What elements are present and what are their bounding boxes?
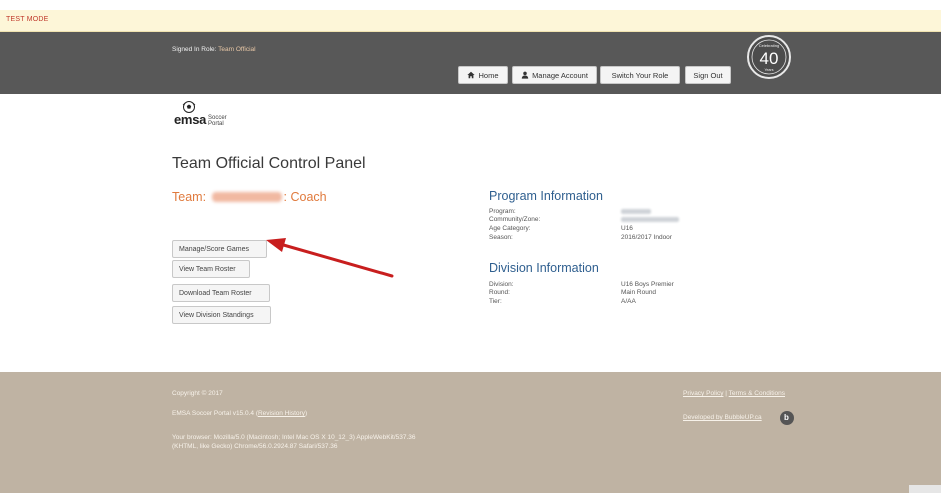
version-close: ) <box>304 410 308 417</box>
division-row: Division: U16 Boys Premier <box>489 281 729 289</box>
program-row: Program: <box>489 208 729 216</box>
copyright-text: Copyright © 2017 <box>172 390 223 397</box>
revision-history-link[interactable]: Revision History <box>258 410 305 417</box>
round-row: Round: Main Round <box>489 289 729 297</box>
test-mode-label: TEST MODE <box>6 16 49 23</box>
download-team-roster-label: Download Team Roster <box>179 289 252 297</box>
logo-mark: emsa <box>174 112 207 127</box>
privacy-policy-link[interactable]: Privacy Policy <box>683 390 723 397</box>
age-label: Age Category: <box>489 225 531 232</box>
home-label: Home <box>478 70 499 80</box>
corner-scrap <box>909 485 941 493</box>
browser-line-2: (KHTML, like Gecko) Chrome/56.0.2924.87 … <box>172 443 338 450</box>
version-text: EMSA Soccer Portal v15.0.4 (Revision His… <box>172 410 307 417</box>
view-team-roster-button[interactable]: View Team Roster <box>172 260 250 278</box>
team-prefix: Team: <box>172 190 207 204</box>
badge-top-text: Celebrating <box>759 43 779 48</box>
logo-line-2: Portal <box>208 121 224 127</box>
division-label: Division: <box>489 281 514 288</box>
switch-role-label: Switch Your Role <box>611 70 669 80</box>
tier-row: Tier: A/AA <box>489 298 729 306</box>
footer <box>0 372 941 493</box>
switch-role-button[interactable]: Switch Your Role <box>600 66 680 84</box>
page: TEST MODE Signed In Role: Team Official … <box>0 0 941 493</box>
badge-bottom-text: Years <box>764 68 773 72</box>
user-icon <box>521 71 529 79</box>
age-row: Age Category: U16 <box>489 225 729 233</box>
view-division-standings-button[interactable]: View Division Standings <box>172 306 271 324</box>
age-value: U16 <box>621 225 633 232</box>
round-label: Round: <box>489 289 510 296</box>
view-division-standings-label: View Division Standings <box>179 311 254 319</box>
test-mode-bar: TEST MODE <box>0 10 941 32</box>
role-value: Team Official <box>218 46 256 53</box>
badge-number: 40 <box>760 49 779 68</box>
header: Signed In Role: Team Official Home Manag… <box>0 32 941 94</box>
round-value: Main Round <box>621 289 657 296</box>
developed-by-link[interactable]: Developed by BubbleUP.ca <box>683 414 762 421</box>
division-value: U16 Boys Premier <box>621 281 674 288</box>
emsa-logo[interactable]: emsa Soccer Portal <box>172 100 242 138</box>
signed-in-role: Signed In Role: Team Official <box>172 46 256 53</box>
team-name-redacted <box>211 192 282 202</box>
season-row: Season: 2016/2017 Indoor <box>489 234 729 242</box>
manage-account-label: Manage Account <box>532 70 588 80</box>
arrow-annotation <box>266 238 394 278</box>
manage-score-games-label: Manage/Score Games <box>179 245 250 253</box>
terms-conditions-link[interactable]: Terms & Conditions <box>729 390 785 397</box>
bubbleup-logo-icon[interactable]: b <box>780 411 794 425</box>
program-value-redacted <box>621 209 651 214</box>
season-label: Season: <box>489 234 513 241</box>
celebrating-40-badge: Celebrating 40 Years <box>747 35 791 79</box>
version-label: EMSA Soccer Portal v15.0.4 ( <box>172 410 258 417</box>
community-label: Community/Zone: <box>489 216 541 223</box>
community-value-redacted <box>621 217 679 222</box>
program-info-heading: Program Information <box>489 189 603 203</box>
program-label: Program: <box>489 208 516 215</box>
team-suffix: : Coach <box>283 190 327 204</box>
manage-score-games-button[interactable]: Manage/Score Games <box>172 240 267 258</box>
footer-legal-links: Privacy Policy | Terms & Conditions <box>683 390 785 397</box>
season-value: 2016/2017 Indoor <box>621 234 672 241</box>
role-label: Signed In Role: <box>172 46 217 53</box>
division-info-heading: Division Information <box>489 261 599 275</box>
view-team-roster-label: View Team Roster <box>179 265 236 273</box>
download-team-roster-button[interactable]: Download Team Roster <box>172 284 270 302</box>
sign-out-button[interactable]: Sign Out <box>685 66 731 84</box>
home-icon <box>467 71 476 79</box>
community-row: Community/Zone: <box>489 216 729 224</box>
team-heading: Team: : Coach <box>172 190 327 204</box>
home-button[interactable]: Home <box>458 66 508 84</box>
manage-account-button[interactable]: Manage Account <box>512 66 597 84</box>
browser-line-1: Your browser: Mozilla/5.0 (Macintosh; In… <box>172 434 416 441</box>
sign-out-label: Sign Out <box>693 70 723 80</box>
page-title: Team Official Control Panel <box>172 155 366 172</box>
tier-label: Tier: <box>489 298 502 305</box>
tier-value: A/AA <box>621 298 636 305</box>
